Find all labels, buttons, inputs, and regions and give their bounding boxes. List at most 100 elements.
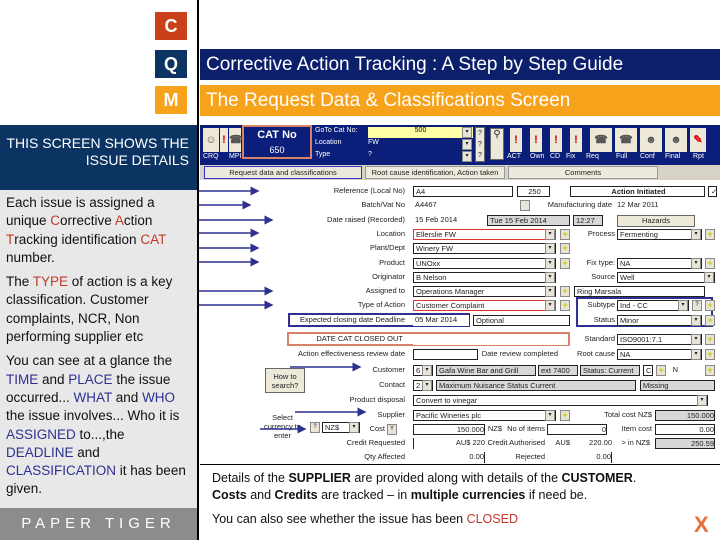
tab-bar: Request data and classifications Root ca… [200, 165, 720, 180]
paragraph-type: The TYPE of action is a key classificati… [6, 273, 191, 346]
goto-dropdown[interactable]: ▾ [462, 127, 472, 138]
cd-icon[interactable]: ! [550, 128, 562, 152]
total-cost-field: 150.000 [655, 410, 715, 421]
mpi-icon[interactable]: ☎ [229, 128, 243, 152]
crq-icon[interactable]: ☺ [203, 128, 219, 152]
select-currency-label: Select currency to enter [263, 413, 302, 440]
subtype-combo-dropdown[interactable]: ▾ [678, 300, 688, 311]
alert-icon[interactable]: ! [220, 128, 228, 152]
disposal-combo[interactable]: Convert to vinegar [413, 395, 708, 406]
conf-icon[interactable]: ☻ [640, 128, 662, 152]
tab-root-cause[interactable]: Root cause identification, Action taken [365, 166, 505, 179]
contact-code-combo-dropdown[interactable]: ▾ [422, 380, 432, 391]
assigned-person-field[interactable]: Ring Marsala [574, 286, 705, 297]
customer-add-icon[interactable]: + [656, 365, 666, 376]
cd-label: CD [550, 153, 561, 160]
logo-m: M [155, 86, 187, 114]
process-combo-dropdown[interactable]: ▾ [691, 229, 701, 240]
source-combo[interactable]: Well [617, 272, 715, 283]
text: ction [123, 213, 153, 229]
page-subtitle: The Request Data & Classifications Scree… [200, 85, 720, 116]
plant-combo[interactable]: Winery FW [413, 243, 556, 254]
standard-combo-dropdown[interactable]: ▾ [691, 334, 701, 345]
reference-field[interactable]: A4 [413, 186, 513, 197]
standard-label: Standard [584, 334, 615, 343]
status-combo-dropdown[interactable]: ▾ [691, 315, 701, 326]
status-add-icon[interactable]: + [705, 315, 715, 326]
customer-code-combo-dropdown[interactable]: ▾ [422, 365, 432, 376]
highlight-word: A [114, 213, 124, 229]
final-icon[interactable]: ☻ [665, 128, 687, 152]
disposal-combo-dropdown[interactable]: ▾ [697, 395, 707, 406]
source-combo-dropdown[interactable]: ▾ [704, 272, 714, 283]
item-cost-field[interactable]: 0.00 [655, 424, 715, 435]
currency-help-button[interactable]: ? [310, 422, 320, 433]
fix-type-combo-dropdown[interactable]: ▾ [691, 258, 701, 269]
goto-cat-input[interactable]: 500 [368, 127, 473, 138]
act-icon[interactable]: ! [510, 128, 522, 152]
fix-type-label: Fix type: [586, 258, 615, 267]
fix-type-combo[interactable]: NA [617, 258, 702, 269]
process-add-icon[interactable]: + [705, 229, 715, 240]
text: to...,the [75, 426, 125, 442]
closed-text: You can also see whether the issue has b… [212, 512, 467, 526]
subtype-help[interactable]: ? [692, 300, 702, 311]
highlight-word: PLACE [68, 371, 113, 387]
process-combo[interactable]: Fermenting [617, 229, 702, 240]
text: and [38, 371, 69, 387]
full-icon[interactable]: ☎ [615, 128, 637, 152]
root-cause-combo-dropdown[interactable]: ▾ [691, 349, 701, 360]
root-cause-label: Root cause [577, 349, 615, 358]
location-value: FW [368, 139, 379, 146]
goto-label: GoTo Cat No: [315, 127, 358, 134]
help-buttons[interactable]: ??? [475, 127, 485, 162]
own-label: Own [530, 153, 545, 160]
assigned-combo-dropdown[interactable]: ▾ [545, 286, 555, 297]
plant-add-icon[interactable]: + [560, 243, 570, 254]
assigned-combo[interactable]: Operations Manager [413, 286, 556, 297]
note-text: are tracked – in [317, 488, 411, 502]
highlight-word: DEADLINE [6, 444, 74, 460]
standard-add-icon[interactable]: + [705, 334, 715, 345]
plant-combo-dropdown[interactable]: ▾ [545, 243, 555, 254]
rejected-field[interactable]: 0.00 [570, 452, 612, 463]
manufacturing-date-field[interactable]: 12 Mar 2011 [615, 200, 700, 211]
root-cause-add-icon[interactable]: + [705, 349, 715, 360]
status-field: Action Initiated [570, 186, 705, 197]
subtype-add-icon[interactable]: + [705, 300, 715, 311]
contact-name: Maximum Nuisance Status Current [436, 380, 636, 391]
tab-comments[interactable]: Comments [508, 166, 658, 179]
location-dropdown[interactable]: ▾ [462, 139, 472, 150]
highlight-word: TIME [6, 371, 39, 387]
conf-label: Conf [640, 153, 655, 160]
tab-request-data[interactable]: Request data and classifications [204, 166, 362, 179]
root-cause-combo[interactable]: NA [617, 349, 702, 360]
customer-n-add-icon[interactable]: + [705, 365, 715, 376]
location-label: Location [315, 139, 342, 146]
fix-type-add-icon[interactable]: + [705, 258, 715, 269]
highlight-word: C [50, 213, 61, 229]
own-icon[interactable]: ! [530, 128, 542, 152]
binoculars-icon[interactable]: ⚲ [490, 128, 504, 160]
note-credits: Credits [274, 488, 318, 502]
disposal-label: Product disposal [349, 395, 405, 404]
initiated-checkbox[interactable]: ✓ [708, 186, 717, 197]
status-combo[interactable]: Minor [617, 315, 702, 326]
customer-status: Status: Current [580, 365, 640, 376]
how-to-search-button[interactable]: How to search? [265, 368, 305, 393]
date-raised-field[interactable]: 15 Feb 2014 [413, 215, 485, 226]
standard-combo[interactable]: ISO9001:7.1 [617, 334, 702, 345]
hazards-button[interactable]: Hazards [617, 215, 695, 227]
rpt-icon[interactable]: ✎ [690, 128, 706, 152]
goto-cat-row[interactable]: GoTo Cat No: 500 [313, 127, 473, 138]
fix-icon[interactable]: ! [570, 128, 582, 152]
currency-combo-dropdown[interactable]: ▾ [349, 422, 359, 433]
close-icon[interactable]: X [694, 512, 709, 538]
type-dropdown[interactable]: ▾ [462, 151, 472, 162]
req-icon[interactable]: ☎ [590, 128, 612, 152]
type-row: Type? [313, 151, 473, 162]
reference-number-field[interactable]: 250 [517, 186, 550, 197]
assigned-add-icon[interactable]: + [560, 286, 570, 297]
paragraph-cat: Each issue is assigned a unique Correcti… [6, 194, 191, 267]
location-row: Location FW [313, 139, 473, 150]
